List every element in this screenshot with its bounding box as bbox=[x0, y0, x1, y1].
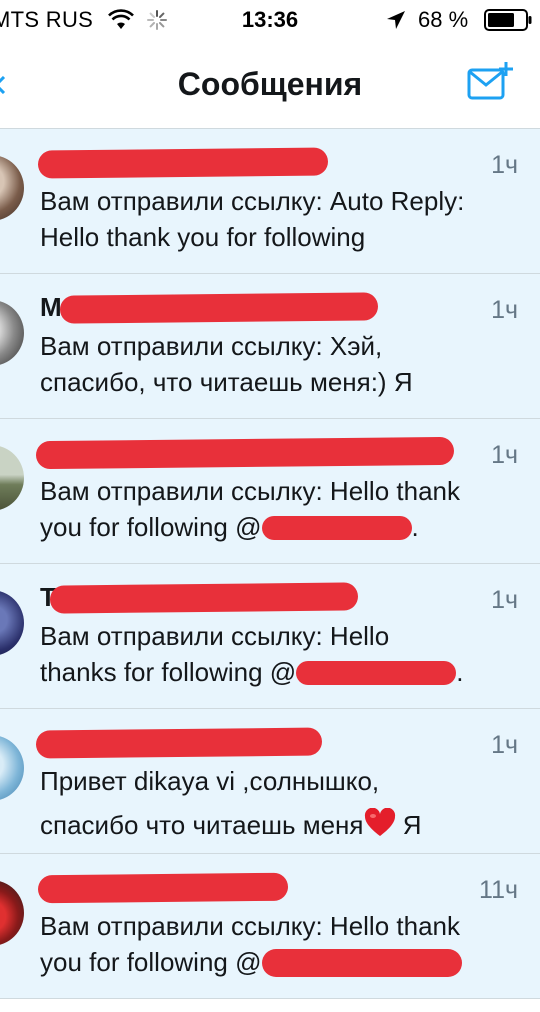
preview-line: Привет dikaya vi ,солнышко, bbox=[40, 766, 380, 796]
redacted-username bbox=[261, 516, 412, 540]
message-time: 1ч bbox=[491, 441, 518, 469]
preview-line: спасибо, что читаешь меня:) Я bbox=[40, 367, 413, 397]
message-time: 1ч bbox=[491, 151, 518, 179]
redacted-sender-name bbox=[37, 872, 289, 904]
preview-text: thanks for following @ bbox=[40, 657, 297, 687]
battery-percent: 68 % bbox=[418, 7, 469, 32]
preview-text: you for following @ bbox=[40, 947, 262, 977]
preview-line: thanks for following @. bbox=[40, 654, 520, 690]
redacted-username bbox=[296, 661, 457, 685]
preview-line: Вам отправили ссылку: Hello bbox=[40, 621, 390, 651]
redacted-sender-name bbox=[59, 292, 379, 324]
preview-line: Hello thank you for following bbox=[40, 222, 366, 252]
message-preview: Вам отправили ссылку: Hello thanks for f… bbox=[40, 618, 520, 690]
page-title: Сообщения bbox=[177, 66, 363, 102]
preview-line: Вам отправили ссылку: Хэй, bbox=[40, 331, 383, 361]
preview-line: спасибо что читаешь меня Я bbox=[40, 803, 520, 847]
avatar[interactable] bbox=[0, 590, 24, 656]
sender-name: М bbox=[40, 292, 62, 322]
preview-line: Вам отправили ссылку: Auto Reply: bbox=[40, 186, 465, 216]
redacted-username bbox=[261, 949, 462, 977]
nav-bar: Сообщения bbox=[0, 40, 540, 129]
preview-line: Вам отправили ссылку: Hello thank bbox=[40, 911, 460, 941]
conversation-item[interactable]: 11ч Вам отправили ссылку: Hello thank yo… bbox=[0, 854, 540, 999]
avatar[interactable] bbox=[0, 300, 24, 366]
conversation-item[interactable]: 1ч Вам отправили ссылку: Auto Reply: Hel… bbox=[0, 129, 540, 274]
status-bar: MTS RUS 13:36 68 % bbox=[0, 0, 540, 40]
compose-message-icon[interactable] bbox=[466, 60, 514, 104]
conversation-item[interactable]: Т 1ч Вам отправили ссылку: Hello thanks … bbox=[0, 564, 540, 709]
preview-text: спасибо что читаешь меня bbox=[40, 810, 364, 840]
message-time: 1ч bbox=[491, 296, 518, 324]
conversation-item[interactable]: 1ч Вам отправили ссылку: Hello thank you… bbox=[0, 419, 540, 564]
message-preview: Вам отправили ссылку: Hello thank you fo… bbox=[40, 908, 520, 980]
conversation-item[interactable]: М 1ч Вам отправили ссылку: Хэй, спасибо,… bbox=[0, 274, 540, 419]
message-preview: Вам отправили ссылку: Auto Reply: Hello … bbox=[40, 183, 520, 255]
heart-emoji-icon bbox=[364, 808, 395, 836]
preview-line: you for following @ bbox=[40, 944, 520, 980]
message-time: 1ч bbox=[491, 586, 518, 614]
redacted-sender-name bbox=[49, 582, 359, 614]
message-time: 11ч bbox=[479, 876, 518, 904]
preview-text: . bbox=[411, 512, 419, 542]
location-arrow-icon bbox=[387, 11, 405, 29]
message-preview: Вам отправили ссылку: Хэй, спасибо, что … bbox=[40, 328, 520, 400]
conversation-list: 1ч Вам отправили ссылку: Auto Reply: Hel… bbox=[0, 129, 540, 999]
redacted-sender-name bbox=[37, 147, 329, 179]
battery-icon bbox=[484, 9, 532, 31]
preview-text: . bbox=[456, 657, 464, 687]
avatar[interactable] bbox=[0, 880, 24, 946]
avatar[interactable] bbox=[0, 155, 24, 221]
redacted-sender-name bbox=[35, 727, 323, 759]
message-time: 1ч bbox=[491, 731, 518, 759]
preview-text: you for following @ bbox=[40, 512, 262, 542]
preview-line: Вам отправили ссылку: Hello thank bbox=[40, 476, 460, 506]
preview-line: you for following @. bbox=[40, 509, 520, 545]
avatar[interactable] bbox=[0, 445, 24, 511]
avatar[interactable] bbox=[0, 735, 24, 801]
message-preview: Вам отправили ссылку: Hello thank you fo… bbox=[40, 473, 520, 545]
conversation-item[interactable]: 1ч Привет dikaya vi ,солнышко, спасибо ч… bbox=[0, 709, 540, 854]
redacted-sender-name bbox=[35, 436, 455, 470]
message-preview: Привет dikaya vi ,солнышко, спасибо что … bbox=[40, 759, 520, 847]
preview-text: Я bbox=[395, 810, 422, 840]
